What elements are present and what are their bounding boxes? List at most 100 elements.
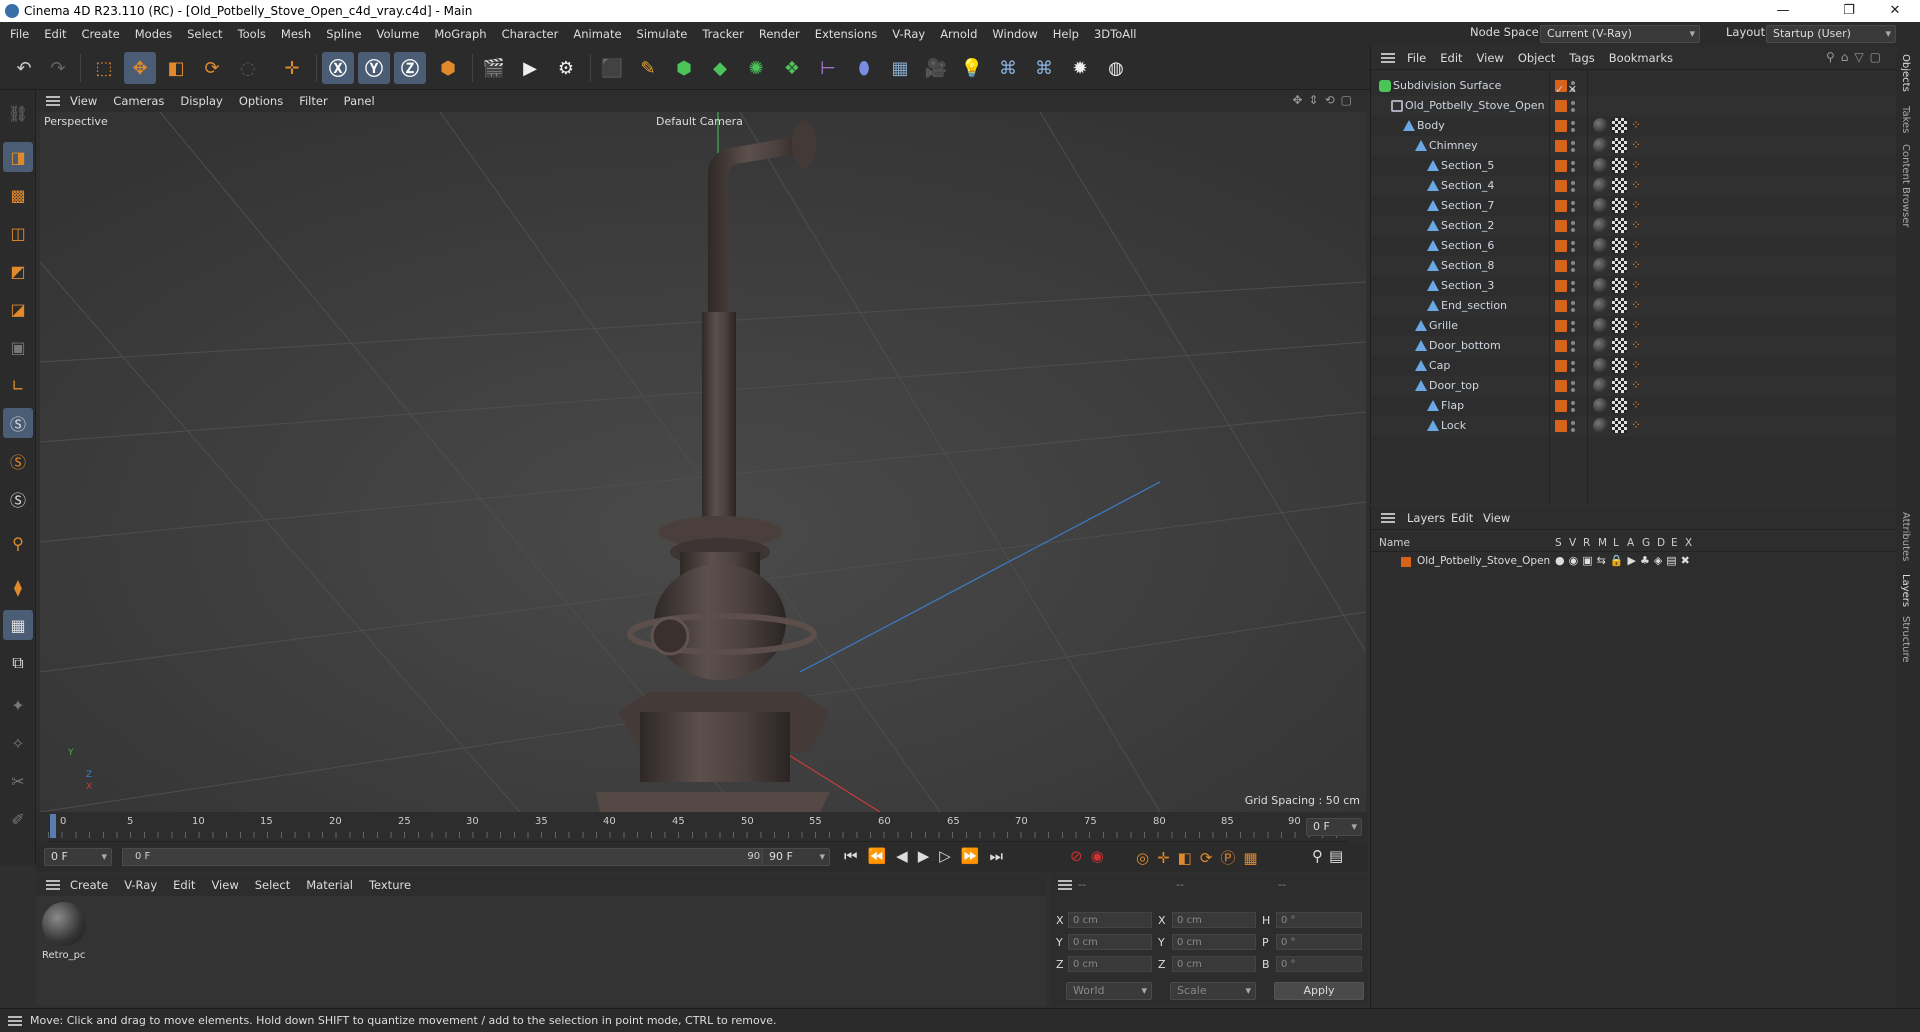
array-icon[interactable]: ❖ <box>776 52 808 84</box>
python-icon[interactable]: ⌘ <box>992 52 1024 84</box>
live-selection-icon[interactable]: ⬚ <box>88 52 120 84</box>
coord-space-dropdown[interactable]: World <box>1066 982 1152 1000</box>
vray-tag-icon[interactable]: ⁘ <box>1631 378 1646 393</box>
rotation-h-field[interactable] <box>1276 912 1362 928</box>
object-row[interactable]: End_section ⁘ <box>1371 296 1897 316</box>
object-row[interactable]: Old_Potbelly_Stove_Open <box>1371 96 1897 116</box>
z-axis-lock-icon[interactable]: Ⓩ <box>394 52 426 84</box>
material-tag-icon[interactable] <box>1593 318 1608 333</box>
material-name[interactable]: Retro_pc <box>42 950 85 961</box>
texture-tag-icon[interactable] <box>1612 338 1627 353</box>
object-row[interactable]: Cap ⁘ <box>1371 356 1897 376</box>
material-menu-create[interactable]: Create <box>70 878 108 892</box>
keyframe-controls[interactable]: ◎✛◧⟳Ⓟ▦ <box>1136 847 1266 868</box>
objects-menu-edit[interactable]: Edit <box>1440 51 1462 65</box>
visibility-dots-icon[interactable] <box>1571 319 1575 333</box>
menu-arnold[interactable]: Arnold <box>940 27 977 41</box>
material-tag-icon[interactable] <box>1593 398 1608 413</box>
vray-tag-icon[interactable]: ⁘ <box>1631 178 1646 193</box>
position-y-field[interactable] <box>1068 934 1152 950</box>
material-tag-icon[interactable] <box>1593 358 1608 373</box>
menu-animate[interactable]: Animate <box>573 27 621 41</box>
apply-button[interactable]: Apply <box>1274 982 1364 1000</box>
object-row[interactable]: Section_4 ⁘ <box>1371 176 1897 196</box>
material-tag-icon[interactable] <box>1593 278 1608 293</box>
objects-menu-bookmarks[interactable]: Bookmarks <box>1609 51 1673 65</box>
model-mode-icon[interactable]: ◨ <box>3 142 33 172</box>
menu-window[interactable]: Window <box>992 27 1037 41</box>
viewport-menu-panel[interactable]: Panel <box>344 94 375 108</box>
menu-help[interactable]: Help <box>1053 27 1079 41</box>
move-tool-icon[interactable]: ✥ <box>124 52 156 84</box>
menu-3dtoall[interactable]: 3DToAll <box>1094 27 1137 41</box>
object-row[interactable]: Chimney ⁘ <box>1371 136 1897 156</box>
objects-menu-object[interactable]: Object <box>1518 51 1555 65</box>
layers-menu-layers[interactable]: Layers <box>1407 511 1445 525</box>
uv-mode-icon[interactable]: ▣ <box>3 332 33 362</box>
camera-icon[interactable]: 🎥 <box>920 52 952 84</box>
brush-icon[interactable]: ✐ <box>3 804 33 834</box>
vray-tag-icon[interactable]: ⁘ <box>1631 338 1646 353</box>
layer-color-icon[interactable] <box>1555 160 1567 172</box>
texture-tag-icon[interactable] <box>1612 218 1627 233</box>
snap-icon[interactable]: Ⓢ <box>3 408 33 438</box>
layer-color-icon[interactable] <box>1555 120 1567 132</box>
material-tag-icon[interactable] <box>1593 118 1608 133</box>
menu-tracker[interactable]: Tracker <box>702 27 744 41</box>
node-space-dropdown[interactable]: Current (V-Ray) <box>1540 25 1700 43</box>
menu-spline[interactable]: Spline <box>326 27 361 41</box>
y-axis-lock-icon[interactable]: Ⓨ <box>358 52 390 84</box>
menu-create[interactable]: Create <box>82 27 120 41</box>
vray-tag-icon[interactable]: ⁘ <box>1631 318 1646 333</box>
floor-icon[interactable]: ▦ <box>884 52 916 84</box>
current-frame-field[interactable]: 0 F <box>1306 818 1362 836</box>
size-x-field[interactable] <box>1172 912 1256 928</box>
vray-tag-icon[interactable]: ⁘ <box>1631 258 1646 273</box>
vray-tag-icon[interactable]: ⁘ <box>1631 198 1646 213</box>
object-row[interactable]: Section_6 ⁘ <box>1371 236 1897 256</box>
workplane-icon[interactable]: ⧫ <box>3 572 33 602</box>
visibility-dots-icon[interactable] <box>1571 399 1575 413</box>
maximize-button[interactable]: ❐ <box>1826 0 1872 22</box>
points-mode-icon[interactable]: ◫ <box>3 218 33 248</box>
objects-menu-view[interactable]: View <box>1477 51 1504 65</box>
layer-color-icon[interactable] <box>1555 240 1567 252</box>
material-menu-texture[interactable]: Texture <box>369 878 411 892</box>
coordinate-system-icon[interactable]: ⬢ <box>432 52 464 84</box>
material-menu-edit[interactable]: Edit <box>173 878 195 892</box>
menu-mesh[interactable]: Mesh <box>281 27 311 41</box>
object-row[interactable]: Section_8 ⁘ <box>1371 256 1897 276</box>
camera-label[interactable]: Default Camera <box>656 115 743 128</box>
visibility-dots-icon[interactable] <box>1571 299 1575 313</box>
layer-color-icon[interactable] <box>1555 300 1567 312</box>
object-row[interactable]: Subdivision Surface ✓ ✕ <box>1371 76 1897 96</box>
material-tag-icon[interactable] <box>1593 178 1608 193</box>
material-tag-icon[interactable] <box>1593 378 1608 393</box>
object-name[interactable]: Section_2 <box>1441 216 1494 236</box>
layer-color-icon[interactable] <box>1555 420 1567 432</box>
menu-extensions[interactable]: Extensions <box>815 27 877 41</box>
material-tag-icon[interactable] <box>1593 298 1608 313</box>
menu-vray[interactable]: V-Ray <box>892 27 925 41</box>
python-script-icon[interactable]: ⌘ <box>1028 52 1060 84</box>
rotate-tool-icon[interactable]: ⟳ <box>196 52 228 84</box>
field-icon[interactable]: ⬮ <box>848 52 880 84</box>
layer-menu-icon[interactable] <box>1381 513 1395 523</box>
vray-settings-icon[interactable]: ✹ <box>1064 52 1096 84</box>
vray-tag-icon[interactable]: ⁘ <box>1631 398 1646 413</box>
status-menu-icon[interactable] <box>8 1016 22 1026</box>
layer-color-icon[interactable] <box>1555 320 1567 332</box>
layer-color-icon[interactable] <box>1555 280 1567 292</box>
layer-color-icon[interactable] <box>1555 140 1567 152</box>
material-tag-icon[interactable] <box>1593 238 1608 253</box>
object-row[interactable]: Section_7 ⁘ <box>1371 196 1897 216</box>
recent-tool-icon[interactable]: ◌ <box>232 52 264 84</box>
layer-color-icon[interactable] <box>1555 380 1567 392</box>
object-row[interactable]: Flap ⁘ <box>1371 396 1897 416</box>
vray-tag-icon[interactable]: ⁘ <box>1631 118 1646 133</box>
tab-takes[interactable]: Takes <box>1900 106 1911 133</box>
menu-simulate[interactable]: Simulate <box>637 27 688 41</box>
quantize-icon[interactable]: Ⓢ <box>3 484 33 514</box>
make-editable-icon[interactable]: ⛓ <box>3 98 33 128</box>
snap-settings-icon[interactable]: Ⓢ <box>3 446 33 476</box>
